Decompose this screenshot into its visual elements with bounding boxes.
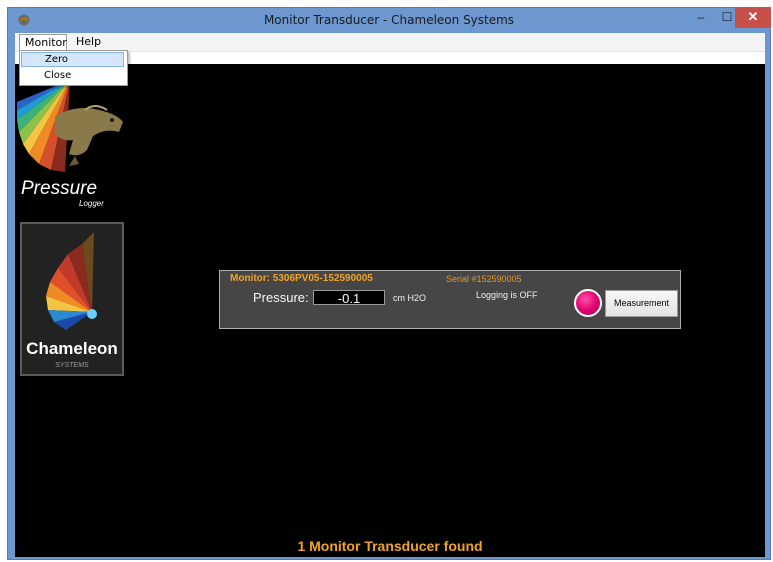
chameleon-logo-subtitle: SYSTEMS — [55, 362, 89, 369]
measurement-button[interactable]: Measurement — [605, 290, 678, 317]
window-title: Monitor Transducer - Chameleon Systems — [263, 13, 515, 27]
close-window-button[interactable]: ✕ — [735, 8, 771, 28]
device-name: Monitor: 5306PV05-152590005 — [230, 273, 373, 284]
pressure-logo-subtitle: Logger — [79, 199, 104, 208]
pressure-readout: -0.1 — [313, 290, 385, 306]
client-area: Monitor Help Zero Close Pressure Logger … — [15, 33, 765, 557]
menu-item-close[interactable]: Close — [21, 68, 124, 83]
title-bar[interactable]: Monitor Transducer - Chameleon Systems ‒… — [8, 8, 771, 32]
pressure-label: Pressure: — [253, 290, 309, 305]
menu-item-zero[interactable]: Zero — [21, 52, 124, 67]
application-window: Monitor Transducer - Chameleon Systems ‒… — [7, 7, 771, 560]
logging-status: Logging is OFF — [476, 290, 538, 300]
chameleon-systems-logo: Chameleon SYSTEMS — [20, 222, 124, 376]
chameleon-logo-title: Chameleon — [26, 339, 118, 358]
pressure-logger-logo: Pressure Logger — [17, 80, 123, 208]
serial-number: Serial #152590005 — [446, 274, 522, 284]
pressure-logo-title: Pressure — [21, 178, 97, 199]
pressure-unit: cm H2O — [393, 293, 427, 303]
status-led-indicator — [574, 289, 602, 317]
logo-sidebar: Pressure Logger Chameleon SYSTEMS — [15, 64, 127, 557]
menu-help[interactable]: Help — [71, 34, 105, 49]
monitor-menu-dropdown: Zero Close — [19, 50, 128, 86]
status-message: 1 Monitor Transducer found — [297, 538, 483, 554]
monitor-panel: Monitor: 5306PV05-152590005 Serial #1525… — [219, 270, 681, 329]
menu-monitor[interactable]: Monitor — [19, 34, 67, 51]
minimize-button[interactable]: ‒ — [688, 8, 714, 28]
